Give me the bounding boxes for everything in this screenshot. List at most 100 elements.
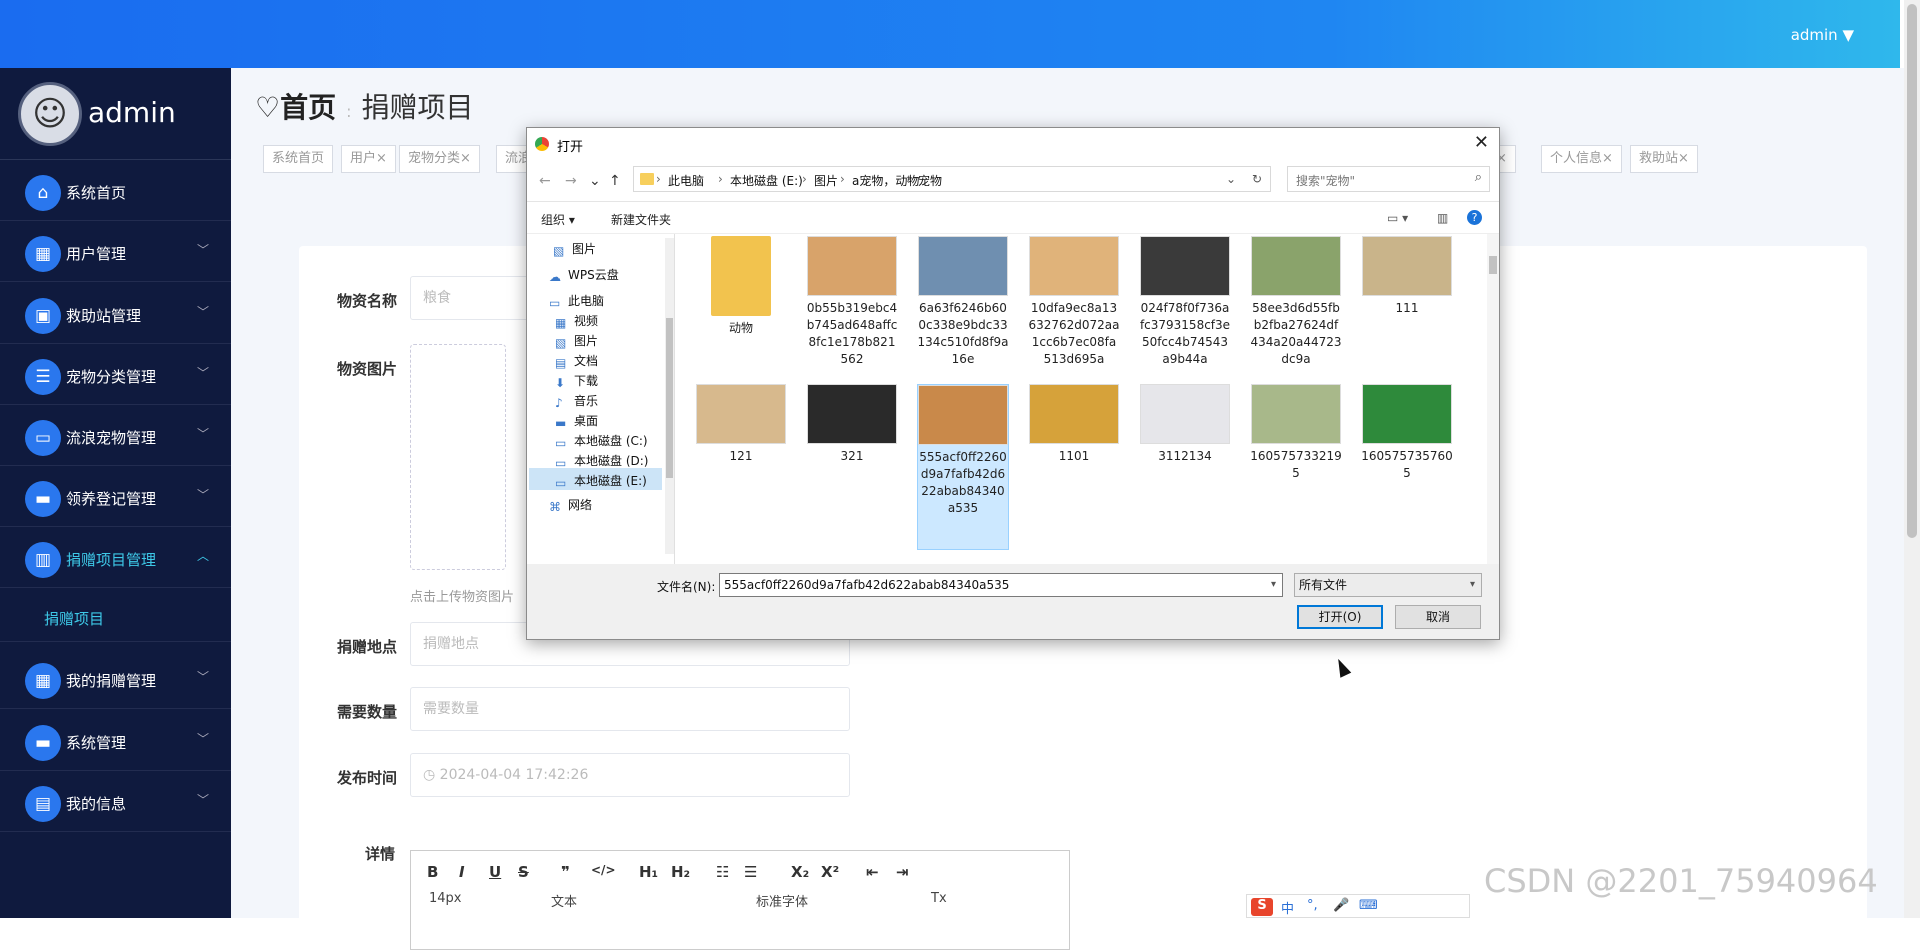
sidebar-item-9[interactable]: ▬ 系统管理 ﹀	[0, 710, 231, 771]
clear-format-button[interactable]: Tx	[931, 891, 947, 906]
view-icon[interactable]: ▭ ▾	[1387, 211, 1408, 225]
tree-item[interactable]: ♪ 音乐	[555, 392, 598, 410]
italic-button[interactable]: I	[459, 863, 465, 881]
file-item[interactable]: 58ee3d6d55fbb2fba27624df434a20a44723dc9a	[1250, 236, 1342, 368]
quote-button[interactable]: ❞	[561, 863, 570, 881]
tree-item[interactable]: ⌘ 网络	[549, 496, 592, 514]
scrollbar-thumb[interactable]	[1907, 4, 1917, 538]
file-item[interactable]: 1605757357605	[1361, 384, 1453, 482]
path-segment[interactable]: 本地磁盘 (E:)	[730, 172, 803, 189]
path-segment[interactable]: 图片	[814, 172, 838, 189]
file-item[interactable]: 1101	[1028, 384, 1120, 465]
path-segment[interactable]: 此电脑	[668, 172, 704, 189]
file-item[interactable]: 121	[695, 384, 787, 465]
tree-item[interactable]: ▭ 本地磁盘 (D:)	[555, 452, 648, 470]
tree-item[interactable]: ▬ 桌面	[555, 412, 598, 430]
sidebar-subitem-donation[interactable]: 捐赠项目	[0, 588, 231, 642]
tree-item[interactable]: ▭ 此电脑	[549, 292, 604, 310]
tree-item[interactable]: ▤ 文档	[555, 352, 598, 370]
close-icon[interactable]: ✕	[1474, 132, 1489, 153]
preview-pane-icon[interactable]: ▥	[1437, 211, 1448, 225]
filename-input[interactable]: 555acf0ff2260d9a7fafb42d622abab84340a535…	[719, 573, 1283, 597]
image-upload[interactable]	[410, 344, 506, 570]
h2-button[interactable]: H₂	[671, 863, 690, 881]
tab-tag[interactable]: 个人信息×	[1541, 145, 1622, 173]
path-segment[interactable]: 宠物	[918, 172, 942, 189]
sidebar-item-4[interactable]: ☰ 宠物分类管理 ﹀	[0, 344, 231, 405]
open-button[interactable]: 打开(O)	[1297, 605, 1383, 629]
code-button[interactable]: </>	[591, 863, 616, 877]
superscript-button[interactable]: X²	[821, 863, 839, 881]
file-item[interactable]: 024f78f0f736afc3793158cf3e50fcc4b74543a9…	[1139, 236, 1231, 368]
sidebar-item-1[interactable]: ⌂ 系统首页	[0, 160, 231, 221]
back-icon[interactable]: ←	[539, 173, 551, 189]
tree-item[interactable]: ▭ 本地磁盘 (C:)	[555, 432, 648, 450]
chevron-down-icon[interactable]: ▾	[1271, 574, 1276, 596]
organize-button[interactable]: 组织 ▾	[541, 211, 575, 228]
sidebar-item-5[interactable]: ▭ 流浪宠物管理 ﹀	[0, 405, 231, 466]
sidebar-item-7[interactable]: ▥ 捐赠项目管理 ︿	[0, 527, 231, 588]
h1-button[interactable]: H₁	[639, 863, 658, 881]
file-scrollbar[interactable]	[1487, 234, 1499, 564]
file-item[interactable]: 321	[806, 384, 898, 465]
tree-item[interactable]: ⬇ 下载	[555, 372, 598, 390]
user-menu[interactable]: admin ▼	[1791, 26, 1854, 44]
file-item[interactable]: 111	[1361, 236, 1453, 317]
breadcrumb-home[interactable]: ♡首页	[255, 91, 336, 124]
ime-punct-icon[interactable]: °,	[1307, 898, 1318, 913]
subscript-button[interactable]: X₂	[791, 863, 809, 881]
sidebar-item-10[interactable]: ▤ 我的信息 ﹀	[0, 771, 231, 832]
file-item[interactable]: 动物	[695, 236, 787, 337]
page-scrollbar[interactable]	[1904, 0, 1920, 918]
tab-tag[interactable]: 救助站×	[1630, 145, 1698, 173]
tree-item[interactable]: ▭ 本地磁盘 (E:)	[555, 472, 647, 490]
bold-button[interactable]: B	[427, 863, 438, 881]
new-folder-button[interactable]: 新建文件夹	[611, 211, 671, 228]
ordered-list-button[interactable]: ☷	[716, 863, 729, 881]
search-input[interactable]: 搜索"宠物" ⌕	[1287, 166, 1490, 192]
tab-tag[interactable]: 宠物分类×	[399, 145, 480, 173]
tab-tag[interactable]: 用户×	[341, 145, 396, 173]
sogou-icon[interactable]: S	[1251, 898, 1273, 916]
indent-button[interactable]: ⇥	[896, 863, 909, 881]
mic-icon[interactable]: 🎤	[1333, 898, 1349, 913]
outdent-button[interactable]: ⇤	[866, 863, 879, 881]
file-item[interactable]: 3112134	[1139, 384, 1231, 465]
ime-chinese-icon[interactable]: 中	[1281, 898, 1294, 917]
bullet-list-button[interactable]: ☰	[744, 863, 757, 881]
ime-toolbar[interactable]: S 中 °, 🎤 ⌨	[1246, 894, 1470, 918]
chevron-down-icon[interactable]: ⌄	[589, 173, 601, 189]
file-item[interactable]: 6a63f6246b600c338e9bdc33134c510fd8f9a16e	[917, 236, 1009, 368]
qty-input[interactable]: 需要数量	[410, 687, 850, 731]
sidebar-item-3[interactable]: ▣ 救助站管理 ﹀	[0, 283, 231, 344]
file-item[interactable]: 0b55b319ebc4b745ad648affc8fc1e178b821562	[806, 236, 898, 368]
tree-item[interactable]: ▧ 图片	[553, 240, 596, 258]
refresh-icon[interactable]: ↻	[1252, 172, 1262, 186]
tree-item[interactable]: ☁ WPS云盘	[549, 266, 619, 284]
size-select[interactable]: 14px	[429, 891, 462, 906]
help-icon[interactable]: ?	[1467, 210, 1482, 225]
sidebar-item-8[interactable]: ▦ 我的捐赠管理 ﹀	[0, 648, 231, 709]
time-input[interactable]: ◷ 2024-04-04 17:42:26	[410, 753, 850, 797]
underline-button[interactable]: U	[489, 863, 501, 881]
keyboard-icon[interactable]: ⌨	[1359, 898, 1378, 913]
sidebar-item-6[interactable]: ▬ 领养登记管理 ﹀	[0, 466, 231, 527]
tree-item[interactable]: ▦ 视频	[555, 312, 598, 330]
up-icon[interactable]: ↑	[609, 173, 621, 189]
tab-tag[interactable]: 系统首页	[263, 145, 334, 173]
text-select[interactable]: 文本	[551, 891, 577, 910]
file-item[interactable]: 1605757332195	[1250, 384, 1342, 482]
strike-button[interactable]: S	[518, 863, 529, 881]
cancel-button[interactable]: 取消	[1395, 605, 1481, 629]
forward-icon[interactable]: →	[565, 173, 577, 189]
file-item[interactable]: 10dfa9ec8a13632762d072aa1cc6b7ec08fa513d…	[1028, 236, 1120, 368]
tree-scrollbar[interactable]	[665, 238, 674, 554]
filetype-select[interactable]: 所有文件 ▾	[1294, 573, 1482, 597]
tree-item[interactable]: ▧ 图片	[555, 332, 598, 350]
font-select[interactable]: 标准字体	[756, 891, 808, 910]
sidebar-item-2[interactable]: ▦ 用户管理 ﹀	[0, 221, 231, 282]
path-box[interactable]: ⌄ ↻ 此电脑 › 本地磁盘 (E:) › 图片 › a宠物，动物 › 宠物 ›	[633, 166, 1271, 192]
rich-editor[interactable]: B I U S ❞ </> H₁ H₂ ☷ ☰ X₂ X² ⇤ ⇥ 14px 文…	[410, 850, 1070, 950]
file-item[interactable]: 555acf0ff2260d9a7fafb42d622abab84340a535	[917, 384, 1009, 550]
path-dropdown-icon[interactable]: ⌄	[1226, 172, 1236, 186]
